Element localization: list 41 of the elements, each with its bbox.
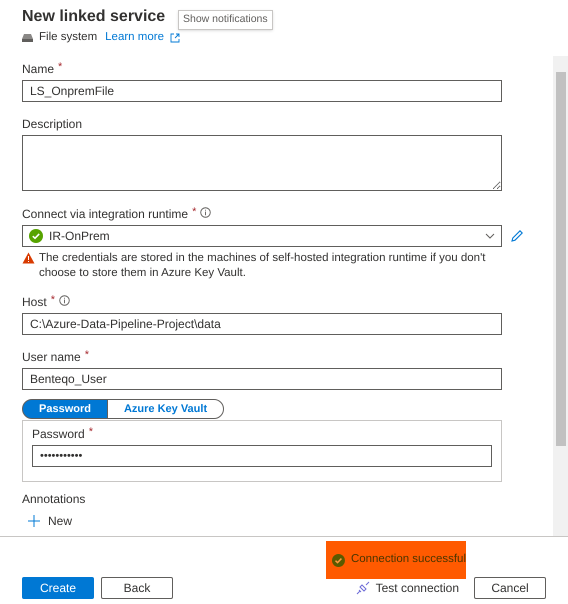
field-label: User name — [22, 350, 81, 364]
chevron-down-icon — [485, 233, 495, 239]
drive-icon — [22, 34, 33, 42]
external-link-icon — [170, 32, 180, 43]
required-mark: * — [84, 350, 89, 361]
service-type: File system — [39, 30, 98, 45]
annotations-label: Annotations — [22, 491, 86, 508]
auth-tab[interactable]: Password — [22, 399, 108, 419]
check-circle-icon — [332, 554, 345, 566]
description-field[interactable] — [22, 135, 502, 191]
field-label: Host — [22, 295, 47, 309]
create-button[interactable]: Create — [22, 577, 94, 599]
password-field[interactable]: ••••••••••• — [32, 445, 492, 467]
field-label: Connect via integration runtime — [22, 207, 188, 221]
required-mark: * — [50, 295, 55, 306]
tooltip: Show notifications — [178, 10, 273, 30]
field-label: Name — [22, 62, 54, 76]
cancel-button[interactable]: Cancel — [474, 577, 546, 599]
warning-text: The credentials are stored in the machines of self-hosted integration runtime if you don't choose to store them in Azure Key Vault. — [39, 251, 486, 281]
auth-tab[interactable]: Azure Key Vault — [106, 399, 224, 419]
text-field[interactable]: Benteqo_User — [22, 368, 502, 390]
dropdown-value: IR-OnPrem — [49, 228, 111, 245]
status-text: Connection successful — [350, 552, 466, 568]
check-circle-icon — [29, 229, 43, 243]
warning-icon — [22, 252, 35, 264]
required-mark: * — [88, 427, 93, 438]
runtime-dropdown[interactable]: IR-OnPrem — [22, 225, 502, 247]
text-field[interactable]: C:\Azure-Data-Pipeline-Project\data — [22, 313, 502, 335]
required-mark: * — [58, 62, 62, 73]
pencil-icon[interactable] — [510, 229, 524, 243]
new-annotation-button[interactable]: New — [48, 512, 72, 530]
back-button[interactable]: Back — [101, 577, 173, 599]
panel-title: New linked service — [22, 7, 166, 27]
test-connection-button[interactable]: Test connection — [356, 579, 459, 597]
text-field[interactable]: LS_OnpremFile — [22, 80, 502, 102]
field-label: Description — [22, 117, 82, 131]
field-label: Password — [32, 427, 85, 441]
plug-icon — [356, 581, 370, 595]
required-mark: * — [192, 207, 196, 218]
learn-more-link[interactable]: Learn more — [105, 29, 164, 46]
plus-icon — [28, 515, 40, 527]
